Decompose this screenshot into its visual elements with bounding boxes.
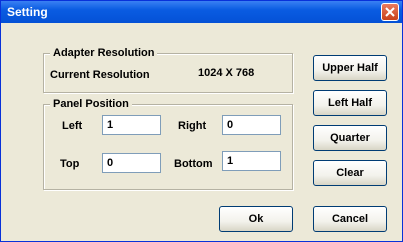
left-label: Left <box>62 120 83 132</box>
ok-button[interactable]: Ok <box>219 206 293 232</box>
close-button[interactable] <box>381 3 399 21</box>
cancel-button[interactable]: Cancel <box>313 206 387 232</box>
bottom-input[interactable]: 1 <box>222 151 281 171</box>
top-input[interactable]: 0 <box>102 153 161 173</box>
setting-dialog: Setting Adapter Resolution Current Resol… <box>0 0 403 242</box>
current-resolution-value: 1024 X 768 <box>198 67 255 79</box>
right-input[interactable]: 0 <box>222 115 281 135</box>
right-label: Right <box>178 120 207 132</box>
panel-position-caption: Panel Position <box>50 97 132 111</box>
window-title: Setting <box>7 5 48 19</box>
title-bar[interactable]: Setting <box>1 1 402 23</box>
adapter-resolution-group: Adapter Resolution Current Resolution 10… <box>43 46 293 93</box>
left-input[interactable]: 1 <box>102 115 161 135</box>
panel-position-group: Panel Position Left 1 Right 0 Top 0 Bott… <box>43 97 293 190</box>
left-half-button[interactable]: Left Half <box>313 90 387 116</box>
top-label: Top <box>60 158 80 170</box>
current-resolution-label: Current Resolution <box>50 69 150 81</box>
upper-half-button[interactable]: Upper Half <box>313 55 387 81</box>
clear-button[interactable]: Clear <box>313 160 387 186</box>
quarter-button[interactable]: Quarter <box>313 125 387 151</box>
adapter-resolution-caption: Adapter Resolution <box>50 46 158 60</box>
bottom-label: Bottom <box>174 158 213 170</box>
close-icon <box>385 7 395 17</box>
